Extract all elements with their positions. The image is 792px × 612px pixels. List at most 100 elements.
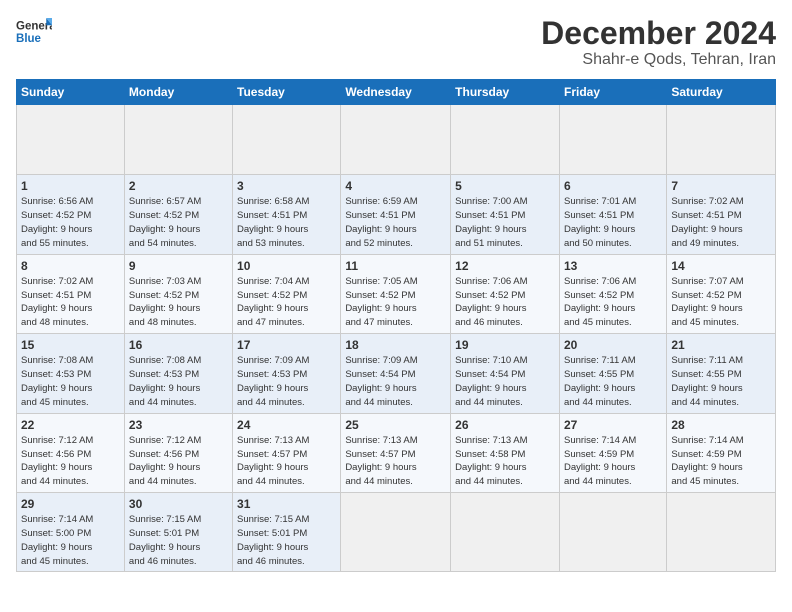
table-row: 11Sunrise: 7:05 AMSunset: 4:52 PMDayligh… <box>341 254 451 333</box>
table-row: 26 Sunrise: 7:13 AMSunset: 4:58 PMDayligh… <box>451 413 560 492</box>
day-number: 28 <box>671 417 771 433</box>
table-row: 9Sunrise: 7:03 AMSunset: 4:52 PMDaylight… <box>124 254 232 333</box>
day-info: Sunrise: 7:08 AMSunset: 4:53 PMDaylight:… <box>21 355 93 407</box>
table-row: 7Sunrise: 7:02 AMSunset: 4:51 PMDaylight… <box>667 175 776 254</box>
day-info: Sunrise: 7:14 AMSunset: 4:59 PMDaylight:… <box>564 435 636 487</box>
calendar-week-row: 15 Sunrise: 7:08 AMSunset: 4:53 PMDayligh… <box>17 334 776 413</box>
table-row: 27 Sunrise: 7:14 AMSunset: 4:59 PMDayligh… <box>559 413 666 492</box>
table-row: 3Sunrise: 6:58 AMSunset: 4:51 PMDaylight… <box>233 175 341 254</box>
day-number: 30 <box>129 496 228 512</box>
location-subtitle: Shahr-e Qods, Tehran, Iran <box>541 51 776 69</box>
day-info: Sunrise: 7:06 AMSunset: 4:52 PMDaylight:… <box>564 276 636 328</box>
month-title: December 2024 <box>541 16 776 51</box>
table-row <box>559 492 666 571</box>
day-number: 24 <box>237 417 336 433</box>
day-info: Sunrise: 7:08 AMSunset: 4:53 PMDaylight:… <box>129 355 201 407</box>
col-saturday: Saturday <box>667 80 776 105</box>
day-info: Sunrise: 7:13 AMSunset: 4:58 PMDaylight:… <box>455 435 527 487</box>
day-number: 25 <box>345 417 446 433</box>
calendar-table: Sunday Monday Tuesday Wednesday Thursday… <box>16 79 776 572</box>
table-row <box>341 105 451 175</box>
table-row: 19 Sunrise: 7:10 AMSunset: 4:54 PMDayligh… <box>451 334 560 413</box>
day-info: Sunrise: 6:58 AMSunset: 4:51 PMDaylight:… <box>237 196 309 248</box>
table-row <box>124 105 232 175</box>
table-row <box>17 105 125 175</box>
day-number: 26 <box>455 417 555 433</box>
day-number: 4 <box>345 178 446 194</box>
day-info: Sunrise: 7:12 AMSunset: 4:56 PMDaylight:… <box>129 435 201 487</box>
day-number: 31 <box>237 496 336 512</box>
day-number: 23 <box>129 417 228 433</box>
day-info: Sunrise: 7:13 AMSunset: 4:57 PMDaylight:… <box>345 435 417 487</box>
day-number: 20 <box>564 337 662 353</box>
page-container: General Blue December 2024 Shahr-e Qods,… <box>0 0 792 612</box>
day-number: 17 <box>237 337 336 353</box>
day-info: Sunrise: 7:11 AMSunset: 4:55 PMDaylight:… <box>671 355 743 407</box>
svg-text:Blue: Blue <box>16 33 42 45</box>
table-row <box>451 492 560 571</box>
table-row: 4 Sunrise: 6:59 AMSunset: 4:51 PMDaylight… <box>341 175 451 254</box>
table-row: 8 Sunrise: 7:02 AMSunset: 4:51 PMDaylight… <box>17 254 125 333</box>
col-thursday: Thursday <box>451 80 560 105</box>
calendar-week-row <box>17 105 776 175</box>
day-info: Sunrise: 7:07 AMSunset: 4:52 PMDaylight:… <box>671 276 743 328</box>
day-number: 2 <box>129 178 228 194</box>
day-number: 15 <box>21 337 120 353</box>
col-tuesday: Tuesday <box>233 80 341 105</box>
table-row: 6 Sunrise: 7:01 AMSunset: 4:51 PMDaylight… <box>559 175 666 254</box>
day-number: 11 <box>345 258 446 274</box>
day-info: Sunrise: 7:13 AMSunset: 4:57 PMDaylight:… <box>237 435 309 487</box>
day-info: Sunrise: 7:04 AMSunset: 4:52 PMDaylight:… <box>237 276 309 328</box>
logo: General Blue <box>16 16 52 46</box>
table-row: 14 Sunrise: 7:07 AMSunset: 4:52 PMDayligh… <box>667 254 776 333</box>
day-number: 6 <box>564 178 662 194</box>
day-info: Sunrise: 7:10 AMSunset: 4:54 PMDaylight:… <box>455 355 527 407</box>
calendar-week-row: 29 Sunrise: 7:14 AMSunset: 5:00 PMDayligh… <box>17 492 776 571</box>
table-row <box>233 105 341 175</box>
table-row: 2 Sunrise: 6:57 AMSunset: 4:52 PMDaylight… <box>124 175 232 254</box>
day-info: Sunrise: 6:57 AMSunset: 4:52 PMDaylight:… <box>129 196 201 248</box>
day-number: 19 <box>455 337 555 353</box>
table-row: 1Sunrise: 6:56 AMSunset: 4:52 PMDaylight… <box>17 175 125 254</box>
table-row: 13Sunrise: 7:06 AMSunset: 4:52 PMDayligh… <box>559 254 666 333</box>
col-wednesday: Wednesday <box>341 80 451 105</box>
col-monday: Monday <box>124 80 232 105</box>
day-info: Sunrise: 7:09 AMSunset: 4:54 PMDaylight:… <box>345 355 417 407</box>
day-info: Sunrise: 7:14 AMSunset: 4:59 PMDaylight:… <box>671 435 743 487</box>
table-row: 5 Sunrise: 7:00 AMSunset: 4:51 PMDaylight… <box>451 175 560 254</box>
col-sunday: Sunday <box>17 80 125 105</box>
day-number: 29 <box>21 496 120 512</box>
day-info: Sunrise: 7:09 AMSunset: 4:53 PMDaylight:… <box>237 355 309 407</box>
table-row: 23 Sunrise: 7:12 AMSunset: 4:56 PMDayligh… <box>124 413 232 492</box>
day-info: Sunrise: 7:15 AMSunset: 5:01 PMDaylight:… <box>129 514 201 566</box>
day-info: Sunrise: 7:02 AMSunset: 4:51 PMDaylight:… <box>671 196 743 248</box>
table-row: 31 Sunrise: 7:15 AMSunset: 5:01 PMDayligh… <box>233 492 341 571</box>
day-info: Sunrise: 7:01 AMSunset: 4:51 PMDaylight:… <box>564 196 636 248</box>
table-row: 30 Sunrise: 7:15 AMSunset: 5:01 PMDayligh… <box>124 492 232 571</box>
table-row <box>667 105 776 175</box>
day-number: 12 <box>455 258 555 274</box>
day-info: Sunrise: 7:02 AMSunset: 4:51 PMDaylight:… <box>21 276 93 328</box>
day-info: Sunrise: 6:56 AMSunset: 4:52 PMDaylight:… <box>21 196 93 248</box>
calendar-week-row: 8 Sunrise: 7:02 AMSunset: 4:51 PMDaylight… <box>17 254 776 333</box>
table-row <box>667 492 776 571</box>
day-info: Sunrise: 7:14 AMSunset: 5:00 PMDaylight:… <box>21 514 93 566</box>
table-row: 12Sunrise: 7:06 AMSunset: 4:52 PMDayligh… <box>451 254 560 333</box>
day-number: 9 <box>129 258 228 274</box>
table-row: 24 Sunrise: 7:13 AMSunset: 4:57 PMDayligh… <box>233 413 341 492</box>
table-row: 17 Sunrise: 7:09 AMSunset: 4:53 PMDayligh… <box>233 334 341 413</box>
table-row: 21Sunrise: 7:11 AMSunset: 4:55 PMDayligh… <box>667 334 776 413</box>
day-number: 8 <box>21 258 120 274</box>
day-info: Sunrise: 7:15 AMSunset: 5:01 PMDaylight:… <box>237 514 309 566</box>
day-number: 27 <box>564 417 662 433</box>
title-block: December 2024 Shahr-e Qods, Tehran, Iran <box>541 16 776 69</box>
col-friday: Friday <box>559 80 666 105</box>
day-number: 14 <box>671 258 771 274</box>
table-row: 20Sunrise: 7:11 AMSunset: 4:55 PMDayligh… <box>559 334 666 413</box>
day-info: Sunrise: 7:00 AMSunset: 4:51 PMDaylight:… <box>455 196 527 248</box>
day-info: Sunrise: 6:59 AMSunset: 4:51 PMDaylight:… <box>345 196 417 248</box>
day-number: 18 <box>345 337 446 353</box>
day-number: 5 <box>455 178 555 194</box>
header: General Blue December 2024 Shahr-e Qods,… <box>16 16 776 69</box>
table-row: 28 Sunrise: 7:14 AMSunset: 4:59 PMDayligh… <box>667 413 776 492</box>
